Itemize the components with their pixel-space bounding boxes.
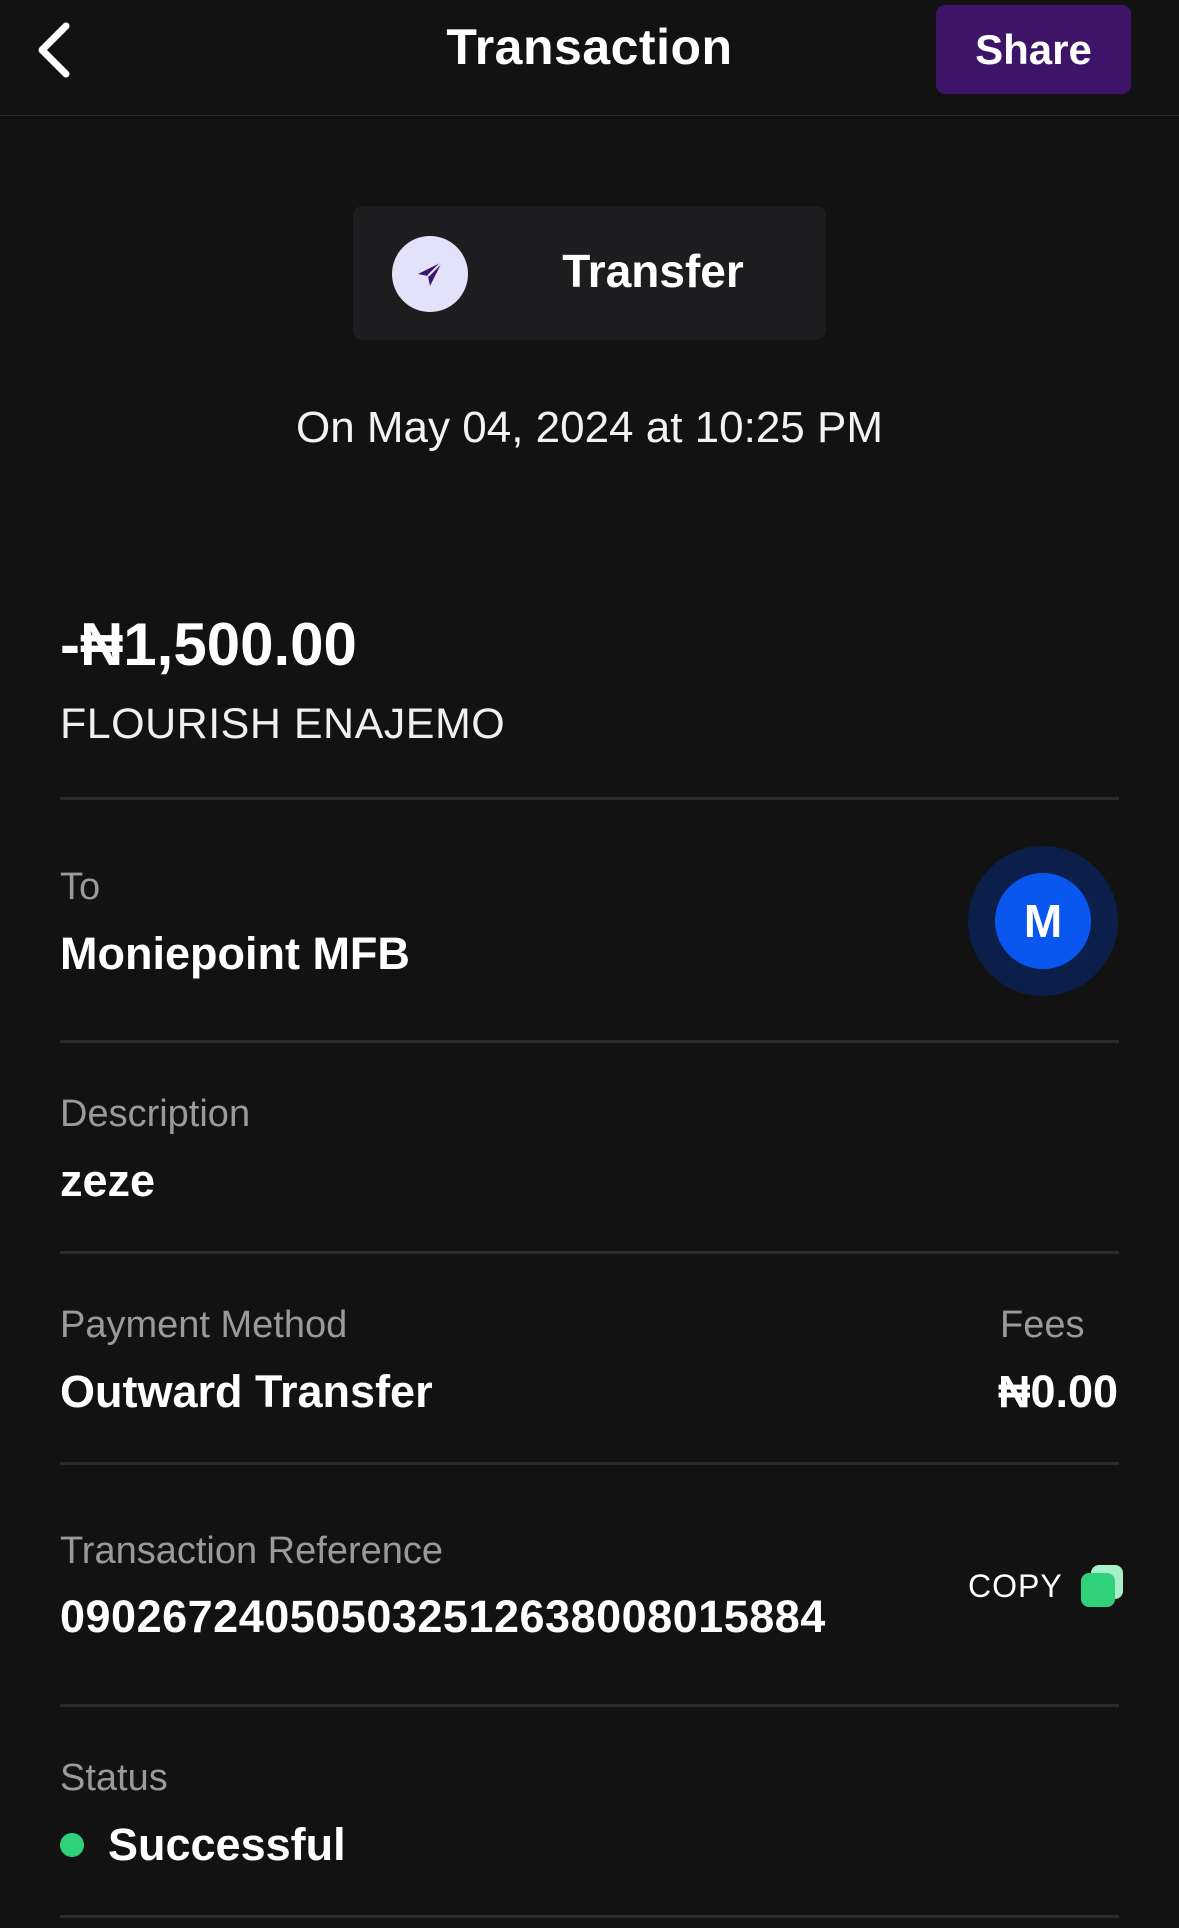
copy-label: COPY [968,1567,1063,1604]
divider [60,797,1119,800]
status-label: Status [60,1757,168,1799]
reference-value: 090267240505032512638008015884 [60,1591,826,1642]
payment-method-label: Payment Method [60,1304,348,1346]
divider [60,1040,1119,1043]
share-button[interactable]: Share [936,5,1131,94]
divider [60,1915,1119,1918]
payment-method-value: Outward Transfer [60,1366,433,1417]
send-arrow-icon [392,236,468,312]
top-bar: Transaction Share [0,0,1179,116]
moniepoint-logo-icon: M [995,873,1091,969]
description-value: zeze [60,1155,156,1206]
description-label: Description [60,1093,251,1135]
divider [60,1462,1119,1465]
fees-value: ₦0.00 [998,1366,1119,1417]
transaction-amount: -₦1,500.00 [60,611,357,678]
transaction-type-badge: Transfer [353,206,826,340]
fees-label: Fees [1000,1304,1085,1346]
copy-icon [1080,1565,1123,1607]
bank-logo: M [968,846,1118,996]
divider [60,1251,1119,1254]
status-value: Successful [108,1819,346,1870]
status-indicator-dot [60,1833,84,1857]
divider [60,1704,1119,1707]
counterparty-name: FLOURISH ENAJEMO [60,700,506,748]
to-bank-name: Moniepoint MFB [60,928,410,979]
transaction-type-label: Transfer [562,245,744,297]
transaction-datetime: On May 04, 2024 at 10:25 PM [295,403,884,452]
copy-reference-button[interactable]: COPY [968,1560,1127,1612]
to-label: To [60,866,101,908]
reference-label: Transaction Reference [60,1530,444,1572]
